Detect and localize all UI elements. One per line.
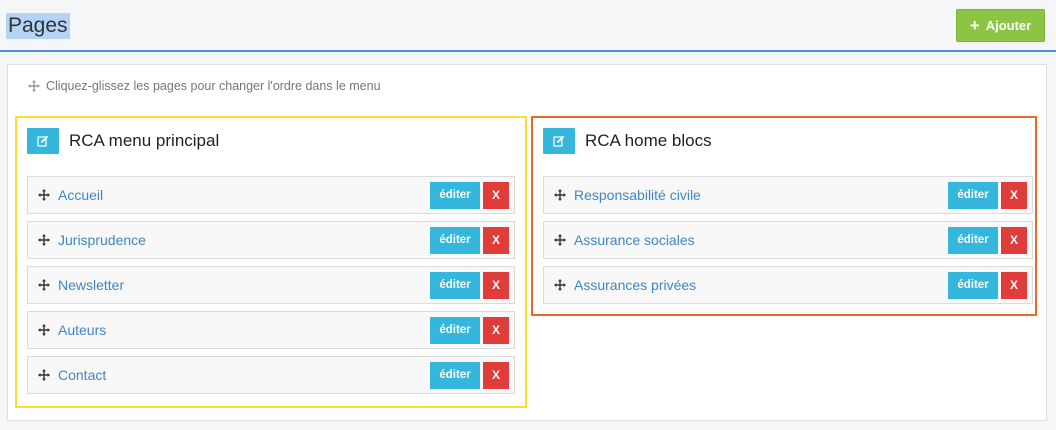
delete-button[interactable]: X: [483, 181, 509, 209]
page-header: Pages + Ajouter: [0, 0, 1056, 52]
menu-title: RCA menu principal: [69, 131, 220, 150]
list-item[interactable]: Assurances privées éditer X: [543, 266, 1033, 304]
edit-menu-button[interactable]: [543, 128, 575, 154]
page-title: Pages: [6, 13, 70, 39]
move-icon[interactable]: [38, 189, 50, 201]
page-link[interactable]: Contact: [58, 367, 430, 383]
plus-icon: +: [969, 16, 980, 35]
move-icon[interactable]: [38, 279, 50, 291]
delete-button[interactable]: X: [483, 226, 509, 254]
move-icon[interactable]: [554, 234, 566, 246]
edit-button[interactable]: éditer: [948, 181, 998, 209]
move-icon[interactable]: [38, 369, 50, 381]
edit-button[interactable]: éditer: [948, 226, 998, 254]
move-icon[interactable]: [38, 234, 50, 246]
list-item[interactable]: Jurisprudence éditer X: [27, 221, 515, 259]
edit-button[interactable]: éditer: [430, 316, 480, 344]
list-item[interactable]: Auteurs éditer X: [27, 311, 515, 349]
edit-icon: [37, 135, 49, 147]
move-icon[interactable]: [38, 324, 50, 336]
edit-button[interactable]: éditer: [430, 226, 480, 254]
page-link[interactable]: Jurisprudence: [58, 232, 430, 248]
edit-button[interactable]: éditer: [430, 271, 480, 299]
add-button-label: Ajouter: [985, 18, 1032, 33]
delete-button[interactable]: X: [483, 361, 509, 389]
list-item[interactable]: Contact éditer X: [27, 356, 515, 394]
delete-button[interactable]: X: [1001, 226, 1027, 254]
delete-button[interactable]: X: [1001, 181, 1027, 209]
page-link[interactable]: Newsletter: [58, 277, 430, 293]
page-link[interactable]: Assurances privées: [574, 277, 948, 293]
list-item[interactable]: Newsletter éditer X: [27, 266, 515, 304]
page-link[interactable]: Assurance sociales: [574, 232, 948, 248]
menu-title: RCA home blocs: [585, 131, 712, 150]
menu-header: RCA menu principal: [27, 128, 219, 154]
page-link[interactable]: Responsabilité civile: [574, 187, 948, 203]
edit-button[interactable]: éditer: [430, 181, 480, 209]
edit-button[interactable]: éditer: [948, 271, 998, 299]
add-page-button[interactable]: + Ajouter: [956, 9, 1045, 42]
edit-button[interactable]: éditer: [430, 361, 480, 389]
list-item[interactable]: Accueil éditer X: [27, 176, 515, 214]
drag-hint: Cliquez-glissez les pages pour changer l…: [28, 79, 381, 93]
drag-hint-text: Cliquez-glissez les pages pour changer l…: [46, 79, 381, 93]
edit-menu-button[interactable]: [27, 128, 59, 154]
move-icon[interactable]: [554, 279, 566, 291]
delete-button[interactable]: X: [483, 271, 509, 299]
page-link[interactable]: Auteurs: [58, 322, 430, 338]
menu-home-blocs: RCA home blocs Responsabilité civile édi…: [531, 116, 1037, 316]
move-icon: [28, 80, 40, 92]
list-item[interactable]: Responsabilité civile éditer X: [543, 176, 1033, 214]
menu-header: RCA home blocs: [543, 128, 712, 154]
list-item[interactable]: Assurance sociales éditer X: [543, 221, 1033, 259]
move-icon[interactable]: [554, 189, 566, 201]
delete-button[interactable]: X: [1001, 271, 1027, 299]
delete-button[interactable]: X: [483, 316, 509, 344]
page-link[interactable]: Accueil: [58, 187, 430, 203]
menu-principal: RCA menu principal Accueil éditer X Juri…: [15, 116, 527, 408]
edit-icon: [553, 135, 565, 147]
